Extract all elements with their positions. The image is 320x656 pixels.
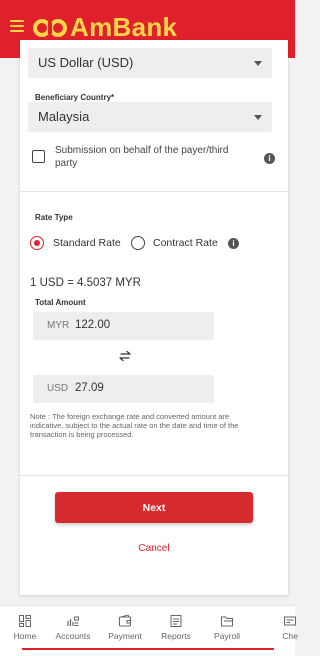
payroll-icon [221, 616, 233, 627]
reports-icon [170, 615, 182, 627]
info-icon[interactable]: i [228, 238, 239, 249]
usd-amount-field[interactable]: USD 27.09 [33, 375, 214, 403]
usd-amount-value: 27.09 [75, 382, 104, 394]
chevron-down-icon [254, 61, 262, 66]
transfer-form-card: US Dollar (USD) Beneficiary Country* Mal… [20, 40, 288, 595]
nav-item-cheque[interactable]: Che [260, 614, 320, 641]
on-behalf-label: Submission on behalf of the payer/third … [55, 145, 229, 169]
nav-label-payroll: Payroll [214, 631, 240, 641]
contract-rate-label: Contract Rate [153, 237, 218, 249]
ambank-logo-icon [33, 19, 67, 37]
total-amount-label: Total Amount [35, 298, 86, 307]
payment-icon [119, 614, 131, 627]
myr-amount-value: 122.00 [75, 319, 111, 331]
exchange-rate-text: 1 USD = 4.5037 MYR [30, 277, 141, 289]
brand-name: AmBank [70, 12, 178, 42]
exchange-rate-note: Note : The foreign exchange rate and con… [30, 412, 239, 439]
beneficiary-country-value: Malaysia [38, 109, 90, 124]
beneficiary-country-label: Beneficiary Country* [35, 93, 115, 102]
nav-item-payroll[interactable]: Payroll [197, 614, 257, 641]
chevron-down-icon [254, 115, 262, 120]
standard-rate-label: Standard Rate [53, 237, 121, 249]
section-divider [20, 475, 288, 476]
hamburger-menu-icon[interactable] [10, 20, 24, 32]
nav-label-cheque: Che [282, 631, 298, 641]
cancel-link[interactable]: Cancel [20, 543, 288, 554]
currency-select-value: US Dollar (USD) [38, 55, 134, 70]
next-button[interactable]: Next [55, 492, 253, 523]
contract-rate-radio[interactable] [131, 236, 145, 250]
home-icon [19, 615, 31, 627]
on-behalf-checkbox[interactable] [32, 150, 45, 163]
nav-label-accounts: Accounts [55, 631, 91, 641]
accounts-icon [67, 616, 79, 626]
usd-currency-code: USD [47, 383, 69, 394]
nav-item-accounts[interactable]: Accounts [43, 614, 103, 641]
swap-arrows-icon[interactable] [118, 350, 132, 362]
info-icon[interactable]: i [264, 153, 275, 164]
beneficiary-country-select[interactable]: Malaysia [28, 102, 272, 132]
cheque-icon [284, 616, 296, 626]
nav-active-indicator [22, 648, 274, 650]
currency-select[interactable]: US Dollar (USD) [28, 48, 272, 78]
standard-rate-radio[interactable] [30, 236, 44, 250]
myr-amount-field[interactable]: MYR 122.00 [33, 312, 214, 340]
section-divider [20, 191, 288, 192]
rate-type-label: Rate Type [35, 213, 73, 222]
myr-currency-code: MYR [47, 320, 70, 331]
